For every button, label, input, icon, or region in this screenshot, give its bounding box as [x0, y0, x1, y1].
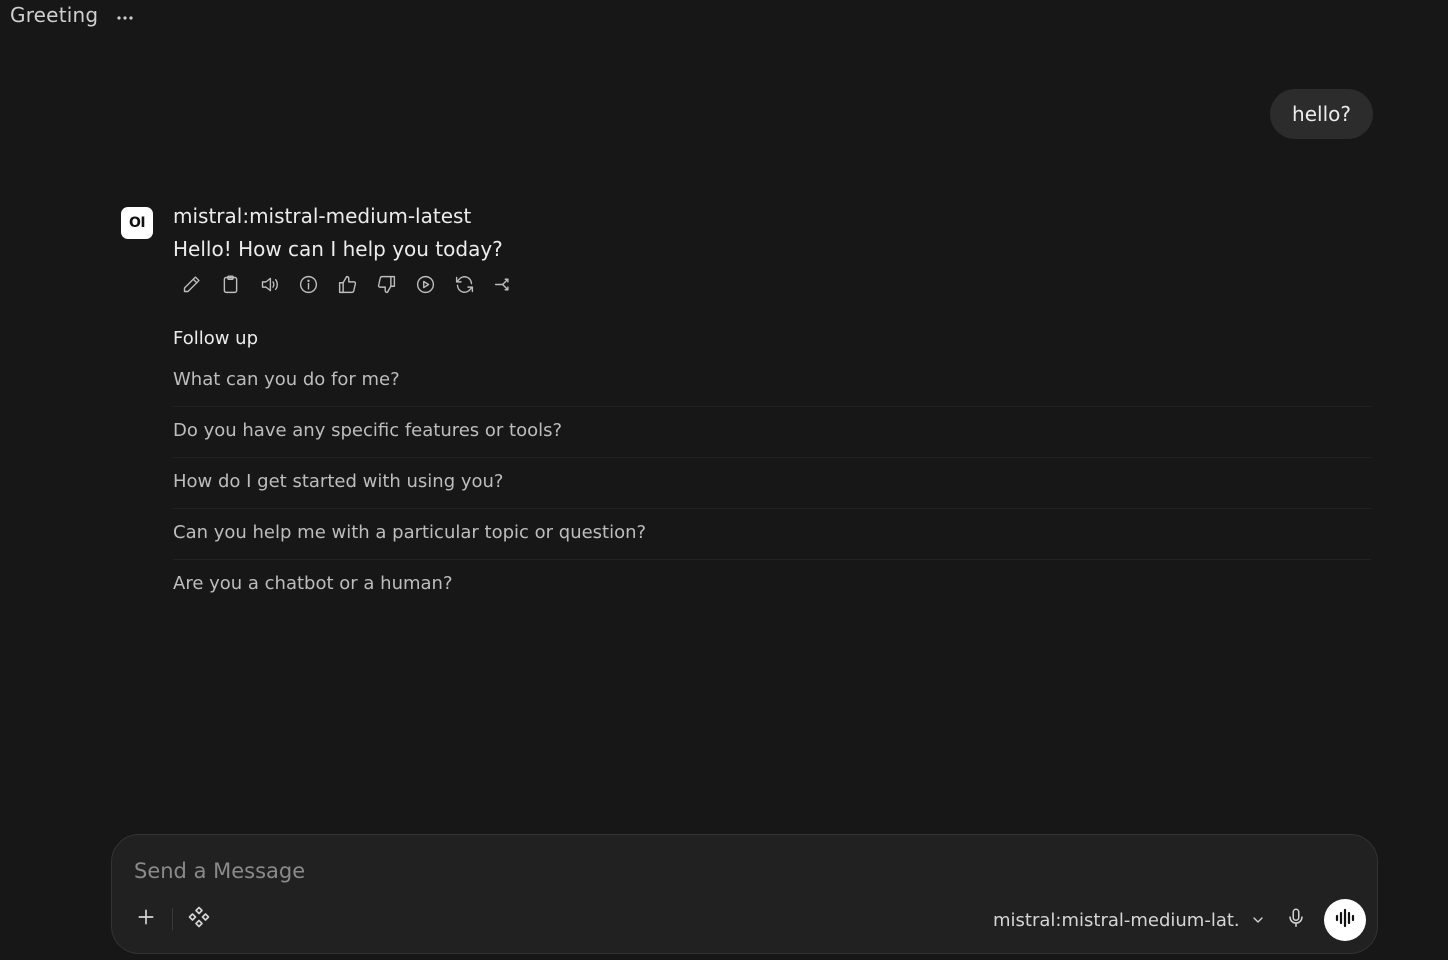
composer-left-tools	[132, 903, 213, 935]
user-message-bubble: hello?	[1270, 89, 1373, 139]
follow-up-item[interactable]: Do you have any specific features or too…	[173, 407, 1371, 458]
speaker-icon	[259, 274, 280, 299]
follow-up-item[interactable]: Can you help me with a particular topic …	[173, 509, 1371, 560]
continue-response-button[interactable]	[413, 274, 437, 298]
clipboard-icon	[220, 274, 241, 299]
regenerate-button[interactable]	[452, 274, 476, 298]
more-options-button[interactable]	[116, 6, 134, 25]
avatar-text: OI	[128, 215, 146, 231]
assistant-avatar: OI	[121, 207, 153, 239]
good-response-button[interactable]	[335, 274, 359, 298]
assistant-model-name: mistral:mistral-medium-latest	[173, 204, 472, 228]
ellipsis-icon	[116, 6, 134, 25]
generation-info-button[interactable]	[296, 274, 320, 298]
voice-mode-button[interactable]	[1324, 899, 1366, 941]
copy-button[interactable]	[218, 274, 242, 298]
assistant-message: mistral:mistral-medium-latest Hello! How…	[173, 200, 1373, 611]
read-aloud-button[interactable]	[257, 274, 281, 298]
refresh-icon	[454, 274, 475, 299]
chevron-down-icon	[1250, 912, 1266, 928]
composer-right-tools: mistral:mistral-medium-lat...	[993, 898, 1366, 942]
voice-waveform-icon	[1333, 906, 1357, 934]
integrations-icon	[187, 905, 211, 933]
user-message-text: hello?	[1292, 102, 1351, 126]
plus-icon	[136, 907, 156, 931]
integrations-button[interactable]	[185, 905, 213, 933]
follow-up-item[interactable]: How do I get started with using you?	[173, 458, 1371, 509]
pencil-icon	[181, 274, 202, 299]
message-input[interactable]	[132, 853, 1352, 889]
thumbs-down-icon	[376, 274, 397, 299]
microphone-icon	[1285, 907, 1307, 933]
chat-title[interactable]: Greeting	[10, 3, 98, 27]
info-icon	[298, 274, 319, 299]
follow-up-item[interactable]: What can you do for me?	[173, 356, 1371, 407]
message-composer: mistral:mistral-medium-lat...	[111, 834, 1378, 954]
assistant-message-text: Hello! How can I help you today?	[173, 237, 503, 261]
model-selector[interactable]: mistral:mistral-medium-lat...	[993, 910, 1266, 931]
message-action-bar	[179, 270, 1373, 302]
voice-input-button[interactable]	[1282, 906, 1310, 934]
model-selector-label: mistral:mistral-medium-lat...	[993, 909, 1238, 931]
branch-button[interactable]	[491, 274, 515, 298]
branch-icon	[493, 274, 514, 299]
edit-button[interactable]	[179, 274, 203, 298]
bad-response-button[interactable]	[374, 274, 398, 298]
thumbs-up-icon	[337, 274, 358, 299]
follow-up-title: Follow up	[173, 328, 259, 349]
play-circle-icon	[415, 274, 436, 299]
top-bar: Greeting	[0, 0, 134, 30]
composer-divider	[172, 908, 173, 930]
follow-up-item[interactable]: Are you a chatbot or a human?	[173, 560, 1371, 611]
add-attachment-button[interactable]	[132, 905, 160, 933]
follow-up-list: What can you do for me? Do you have any …	[173, 356, 1371, 611]
